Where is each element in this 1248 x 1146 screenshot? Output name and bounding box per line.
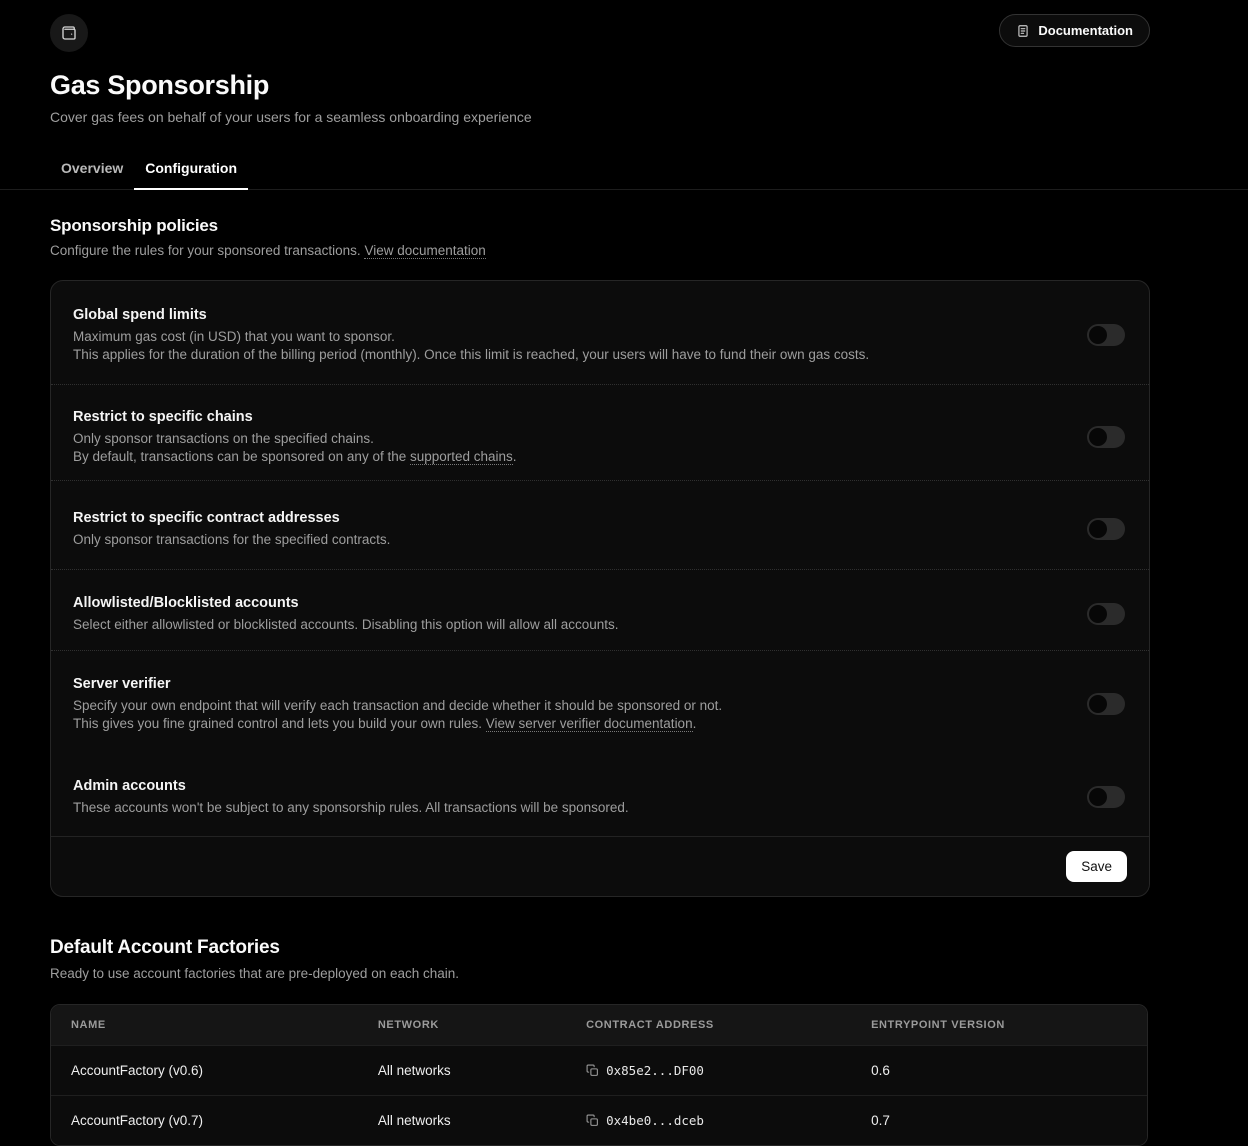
copy-icon[interactable] [586, 1064, 599, 1077]
policy-description: Specify your own endpoint that will veri… [73, 698, 723, 732]
factory-name: AccountFactory (v0.7) [51, 1094, 358, 1145]
toggle-global-spend-limits[interactable] [1087, 324, 1125, 346]
policy-description: Maximum gas cost (in USD) that you want … [73, 329, 870, 362]
factories-heading: Default Account Factories [50, 936, 280, 958]
policy-description: These accounts won't be subject to any s… [73, 800, 629, 815]
toggle-server-verifier[interactable] [1087, 693, 1125, 715]
contract-address: 0x4be0...dceb [606, 1112, 704, 1128]
copy-icon[interactable] [586, 1114, 599, 1127]
factory-network: All networks [357, 1044, 567, 1095]
policies-description: Configure the rules for your sponsored t… [50, 243, 486, 259]
policy-title: Allowlisted/Blocklisted accounts [73, 594, 299, 611]
sponsorship-policies-section: Sponsorship policies Configure the rules… [50, 216, 1150, 897]
contract-address: 0x85e2...DF00 [606, 1062, 704, 1078]
server-verifier-doc-link[interactable]: View server verifier documentation [485, 715, 693, 732]
policy-row-restrict-chains: Restrict to specific chains Only sponsor… [51, 384, 1149, 480]
policy-row-restrict-contracts: Restrict to specific contract addresses … [51, 480, 1149, 569]
policy-row-allowlist-accounts: Allowlisted/Blocklisted accounts Select … [51, 568, 1149, 651]
supported-chains-link[interactable]: supported chains [409, 448, 513, 465]
column-header-network: Network [357, 1004, 567, 1045]
tab-configuration[interactable]: Configuration [134, 151, 248, 190]
policy-row-admin-accounts: Admin accounts These accounts won't be s… [51, 762, 1149, 836]
column-header-contract-address: Contract address [566, 1004, 852, 1045]
wallet-icon [50, 14, 88, 52]
toggle-restrict-contracts[interactable] [1087, 518, 1125, 541]
toggle-admin-accounts[interactable] [1087, 786, 1125, 809]
page-title: Gas Sponsorship [50, 70, 270, 100]
document-icon [1016, 24, 1030, 38]
toggle-knob [1089, 788, 1107, 807]
gas-sponsorship-page: Documentation Gas Sponsorship Cover gas … [0, 0, 1248, 1146]
documentation-button-label: Documentation [1038, 23, 1133, 38]
policy-row-server-verifier: Server verifier Specify your own endpoin… [51, 650, 1149, 762]
page-header: Documentation [50, 0, 1150, 52]
entrypoint-version: 0.7 [851, 1094, 1147, 1145]
column-header-entrypoint-version: Entrypoint version [851, 1004, 1147, 1045]
policy-title: Global spend limits [73, 307, 207, 323]
factory-name: AccountFactory (v0.6) [51, 1044, 358, 1095]
tabs-bar: Overview Configuration [0, 151, 1248, 190]
toggle-restrict-chains[interactable] [1087, 426, 1125, 448]
table-row: AccountFactory (v0.6) All networks 0x85e… [51, 1044, 1147, 1095]
policy-title: Restrict to specific chains [73, 409, 253, 425]
page-subtitle: Cover gas fees on behalf of your users f… [50, 109, 532, 125]
toggle-knob [1089, 695, 1107, 713]
toggle-allowlist-accounts[interactable] [1087, 602, 1125, 625]
policies-card-footer: Save [51, 835, 1149, 896]
policy-description: Only sponsor transactions on the specifi… [73, 431, 517, 465]
tab-overview[interactable]: Overview [50, 151, 134, 189]
toggle-knob [1089, 604, 1107, 623]
policy-title: Admin accounts [73, 778, 186, 794]
policy-description: Only sponsor transactions for the specif… [73, 532, 391, 547]
policies-heading: Sponsorship policies [50, 216, 218, 235]
save-button[interactable]: Save [1066, 850, 1127, 882]
view-documentation-link[interactable]: View documentation [364, 243, 486, 259]
policy-title: Restrict to specific contract addresses [73, 510, 340, 526]
toggle-knob [1089, 428, 1107, 446]
factories-table: Name Network Contract address Entrypoint… [50, 1003, 1148, 1146]
column-header-name: Name [51, 1004, 358, 1045]
factory-network: All networks [357, 1094, 567, 1145]
table-header-row: Name Network Contract address Entrypoint… [51, 1004, 1147, 1045]
policy-row-global-spend-limits: Global spend limits Maximum gas cost (in… [51, 281, 1149, 384]
toggle-knob [1089, 520, 1107, 539]
default-account-factories-section: Default Account Factories Ready to use a… [50, 937, 1150, 1146]
table-row: AccountFactory (v0.7) All networks 0x4be… [51, 1094, 1147, 1145]
toggle-knob [1089, 326, 1107, 344]
policy-description: Select either allowlisted or blocklisted… [73, 616, 619, 632]
documentation-button[interactable]: Documentation [999, 14, 1150, 47]
factories-description: Ready to use account factories that are … [50, 965, 460, 981]
entrypoint-version: 0.6 [851, 1044, 1147, 1095]
policy-title: Server verifier [73, 676, 171, 692]
policies-card: Global spend limits Maximum gas cost (in… [50, 280, 1150, 897]
